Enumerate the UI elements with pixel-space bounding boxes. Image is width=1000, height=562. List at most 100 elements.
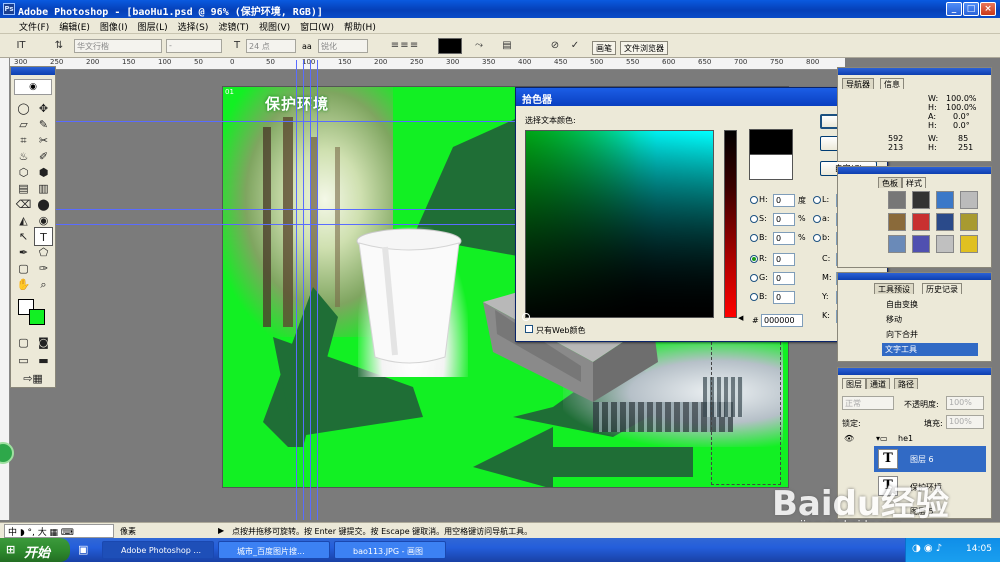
history-item-3[interactable]: 向下合并 — [886, 329, 918, 340]
web-only-checkbox[interactable] — [525, 325, 533, 333]
radio-a[interactable] — [813, 215, 821, 223]
style-swatch[interactable] — [912, 191, 930, 209]
tab-layers[interactable]: 图层 — [842, 378, 866, 389]
style-swatch[interactable] — [936, 235, 954, 253]
layers-panel-header[interactable] — [838, 368, 991, 375]
font-family-select[interactable]: 华文行楷 — [74, 39, 162, 53]
commit-icon[interactable]: ✓ — [568, 39, 582, 53]
history-item-2[interactable]: 移动 — [886, 314, 902, 325]
color-field[interactable] — [522, 130, 714, 321]
fullscreen-mode-icon[interactable]: ▬ — [34, 351, 53, 370]
radio-b[interactable] — [750, 234, 758, 242]
warp-text-icon[interactable]: ⤳ — [472, 39, 486, 53]
style-swatch[interactable] — [960, 235, 978, 253]
history-item-1[interactable]: 自由变换 — [886, 299, 918, 310]
align-icons[interactable]: ≡ ≡ ≡ — [376, 39, 432, 53]
cancel-transform-icon[interactable]: ⊘ — [548, 39, 562, 53]
tab-navigator[interactable]: 导航器 — [842, 78, 874, 89]
tab-paths[interactable]: 路径 — [894, 378, 918, 389]
task-browser[interactable]: 城市_百度图片搜... — [218, 541, 330, 559]
text-tool-icon[interactable]: IT — [14, 39, 28, 53]
font-size-select[interactable]: 24 点 — [246, 39, 296, 53]
field-r[interactable]: 0 — [773, 253, 795, 266]
screen-mode-icon[interactable]: ▭ — [14, 351, 33, 370]
ime-toolbar[interactable]: 中 ◗ °, 大 ▦ ⌨ — [4, 524, 114, 538]
radio-l[interactable] — [813, 196, 821, 204]
style-swatch[interactable] — [936, 213, 954, 231]
field-s[interactable]: 0 — [773, 213, 795, 226]
floating-badge[interactable] — [0, 442, 14, 464]
tab-tool-presets[interactable]: 工具预设 — [874, 283, 914, 294]
start-button[interactable]: ⊞ 开始 — [0, 538, 70, 562]
menu-select[interactable]: 选择(S) — [173, 18, 214, 33]
style-swatch[interactable] — [960, 191, 978, 209]
maximize-button[interactable]: □ — [963, 2, 979, 16]
layer-row-active[interactable]: T 图层 6 — [874, 446, 986, 472]
ime-mode[interactable]: 中 — [8, 528, 17, 538]
style-swatch[interactable] — [912, 235, 930, 253]
tab-info[interactable]: 信息 — [880, 78, 904, 89]
radio-s[interactable] — [750, 215, 758, 223]
radio-r[interactable] — [750, 255, 758, 263]
info-panel-header[interactable] — [838, 68, 991, 75]
adobe-online-icon[interactable]: ◉ — [14, 79, 52, 95]
minimize-button[interactable]: _ — [946, 2, 962, 16]
slider-arrow-icon[interactable]: ◀ — [738, 314, 743, 322]
quicklaunch-icon[interactable]: ▣ — [78, 543, 88, 556]
history-panel-header[interactable] — [838, 273, 991, 280]
tab-styles[interactable]: 样式 — [902, 177, 926, 188]
radio-g[interactable] — [750, 274, 758, 282]
task-photoshop[interactable]: Adobe Photoshop ... — [102, 541, 214, 559]
color-slider[interactable] — [724, 130, 737, 318]
menu-help[interactable]: 帮助(H) — [339, 18, 381, 33]
tab-brushes[interactable]: 画笔 — [592, 41, 616, 55]
blend-mode-select[interactable]: 正常 — [842, 396, 894, 410]
visibility-eye-icon[interactable]: 👁 — [844, 434, 854, 443]
fill-field[interactable]: 100% — [946, 415, 984, 429]
radio-lab-b[interactable] — [813, 234, 821, 242]
font-style-select[interactable]: - — [166, 39, 222, 53]
opacity-field[interactable]: 100% — [946, 396, 984, 410]
orientation-icon[interactable]: ⇅ — [52, 39, 66, 53]
tab-swatches[interactable]: 色板 — [878, 177, 902, 188]
background-color[interactable] — [29, 309, 45, 325]
history-item-4[interactable]: 文字工具 — [882, 343, 978, 356]
field-g[interactable]: 0 — [773, 272, 795, 285]
tab-channels[interactable]: 通道 — [866, 378, 890, 389]
menu-file[interactable]: 文件(F) — [14, 18, 54, 33]
quick-mask-icon[interactable]: ◙ — [34, 333, 53, 352]
layer-group[interactable]: he1 — [898, 434, 913, 443]
style-swatch[interactable] — [888, 191, 906, 209]
menu-window[interactable]: 窗口(W) — [295, 18, 339, 33]
style-swatch[interactable] — [936, 191, 954, 209]
style-swatch[interactable] — [888, 235, 906, 253]
tray-icons[interactable]: ◑ ◉ ♪ — [912, 543, 942, 554]
zoom-icon[interactable]: ⌕ — [34, 275, 53, 294]
task-paint[interactable]: bao113.JPG - 画图 — [334, 541, 446, 559]
style-swatch[interactable] — [912, 213, 930, 231]
menu-image[interactable]: 图像(I) — [95, 18, 133, 33]
close-button[interactable]: × — [980, 2, 996, 16]
toolbox-header[interactable] — [11, 67, 55, 75]
transform-bounding-box[interactable] — [711, 327, 781, 485]
field-hex[interactable]: 000000 — [761, 314, 803, 327]
radio-h[interactable] — [750, 196, 758, 204]
field-blue[interactable]: 0 — [773, 291, 795, 304]
text-color-swatch[interactable] — [438, 38, 462, 54]
tab-file-browser[interactable]: 文件浏览器 — [620, 41, 668, 55]
styles-panel-header[interactable] — [838, 167, 991, 174]
tab-history[interactable]: 历史记录 — [922, 283, 962, 294]
palette-toggle-icon[interactable]: ▤ — [500, 39, 514, 53]
antialias-select[interactable]: 锐化 — [318, 39, 368, 53]
color-field-marker[interactable] — [522, 313, 530, 321]
field-h[interactable]: 0 — [773, 194, 795, 207]
style-swatch[interactable] — [888, 213, 906, 231]
standard-mode-icon[interactable]: ▢ — [14, 333, 33, 352]
jump-to-imageready-icon[interactable]: ⇨▦ — [14, 369, 52, 388]
field-b[interactable]: 0 — [773, 232, 795, 245]
menu-view[interactable]: 视图(V) — [254, 18, 295, 33]
menu-filter[interactable]: 滤镜(T) — [213, 18, 254, 33]
style-swatch[interactable] — [960, 213, 978, 231]
hand-icon[interactable]: ✋ — [14, 275, 33, 294]
radio-blue[interactable] — [750, 293, 758, 301]
